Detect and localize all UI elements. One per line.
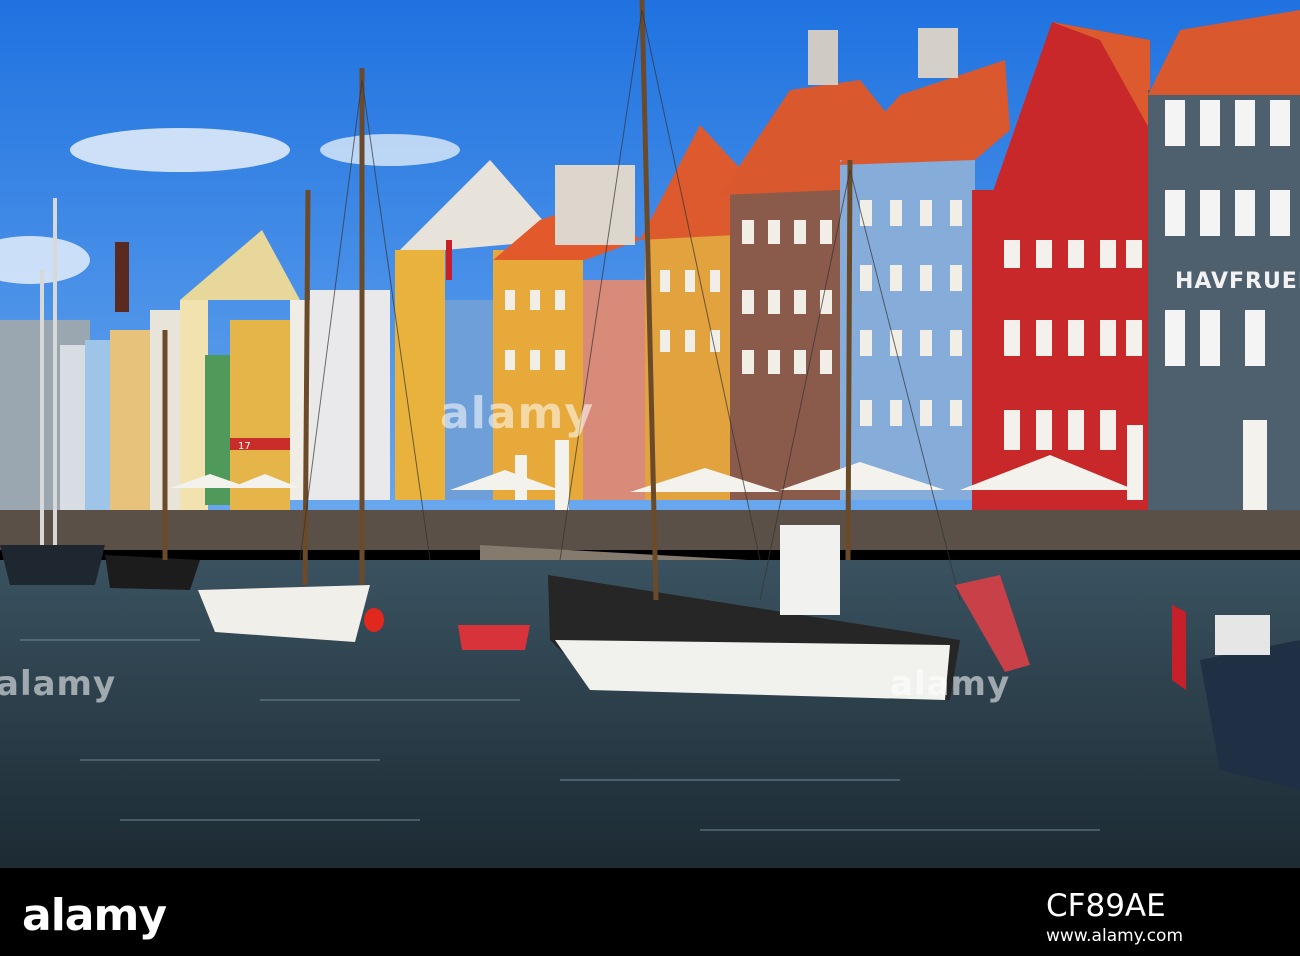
danish-flag xyxy=(1172,605,1186,690)
chimney xyxy=(918,28,958,78)
cloud xyxy=(320,134,460,166)
grey-house: HAVFRUEN xyxy=(1148,10,1300,530)
nyhavn-canal-photo: 17 HAVFRUE xyxy=(0,0,1300,868)
watermark-center: alamy xyxy=(440,388,594,439)
boat xyxy=(0,545,105,585)
cloud xyxy=(70,128,290,172)
chimney xyxy=(115,242,129,312)
wheelhouse xyxy=(780,525,840,615)
building-sign: HAVFRUEN xyxy=(1175,269,1300,294)
quay-street xyxy=(0,510,1300,550)
image-id: CF89AE xyxy=(1046,888,1166,924)
buoy xyxy=(364,608,384,632)
shop-sign: 17 xyxy=(238,441,251,452)
red-dinghy xyxy=(458,625,530,650)
chimney xyxy=(808,30,838,85)
photo-frame: 17 HAVFRUE alamy alamy alamy alamy CF89A… xyxy=(0,0,1300,956)
boat xyxy=(105,555,200,590)
watermark-right: alamy xyxy=(890,664,1011,704)
footer-url: www.alamy.com xyxy=(1046,926,1184,946)
watermark-left: alamy xyxy=(0,664,117,704)
danish-flag xyxy=(446,240,452,280)
boat-deck xyxy=(1215,615,1270,655)
footer-logo: alamy xyxy=(22,890,167,941)
